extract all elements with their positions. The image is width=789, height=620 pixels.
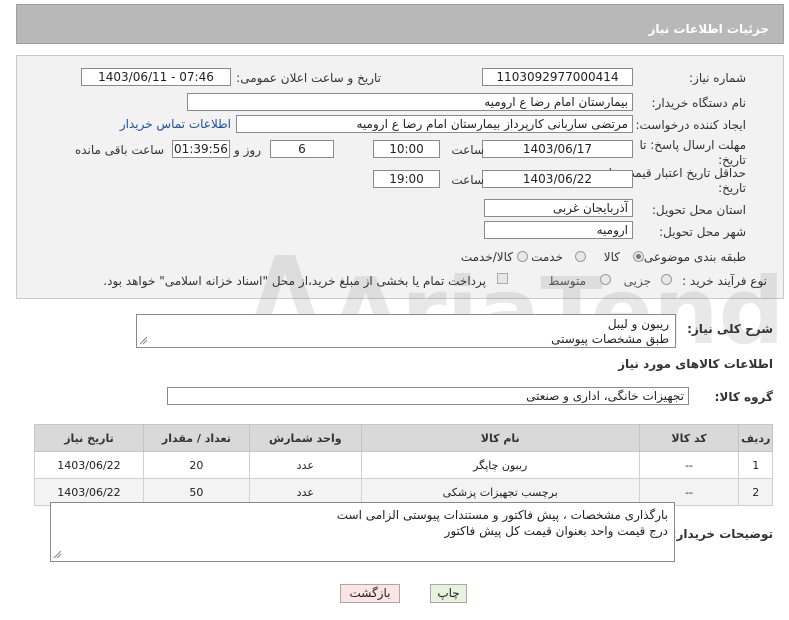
- announce-datetime-label: تاریخ و ساعت اعلان عمومی:: [236, 71, 381, 85]
- resize-grip-icon[interactable]: [139, 336, 148, 345]
- category-option-goods: کالا: [603, 250, 620, 264]
- cell-row-number: 2: [738, 478, 773, 506]
- category-radio-goods-service[interactable]: [517, 251, 528, 262]
- buyer-notes-label: توضیحات خریدار:: [671, 527, 773, 541]
- remaining-time-label: ساعت باقی مانده: [74, 143, 164, 157]
- reply-days-label: روز و: [234, 143, 261, 157]
- cell-unit: عدد: [248, 451, 362, 479]
- page-header: جزئیات اطلاعات نیاز: [16, 4, 784, 44]
- reply-deadline-date-field: 1403/06/17: [482, 140, 633, 158]
- table-row: 1 -- ریبون چاپگر عدد 20 1403/06/22: [34, 451, 773, 479]
- delivery-city-field: ارومیه: [484, 221, 633, 239]
- summary-label: شرح کلی نیاز:: [687, 322, 773, 336]
- table-header-row: ردیف کد کالا نام کالا واحد شمارش تعداد /…: [34, 424, 773, 452]
- goods-group-label: گروه کالا:: [714, 390, 773, 404]
- reply-deadline-time-label: ساعت: [451, 143, 484, 157]
- need-number-field: 1103092977000414: [482, 68, 633, 86]
- cell-item-name: ریبون چاپگر: [360, 451, 640, 479]
- announce-datetime-field: 1403/06/11 - 07:46: [81, 68, 231, 86]
- reply-deadline-time-field: 10:00: [373, 140, 440, 158]
- col-header-quantity: تعداد / مقدار: [142, 424, 250, 452]
- delivery-province-field: آذربایجان غربی: [484, 199, 633, 217]
- cell-item-code: --: [638, 451, 740, 479]
- price-validity-date-field: 1403/06/22: [482, 170, 633, 188]
- category-option-service: خدمت: [531, 250, 563, 264]
- goods-group-field: تجهیزات خانگی، اداری و صنعتی: [167, 387, 689, 405]
- buyer-org-field: بیمارستان امام رضا ع ارومیه: [187, 93, 633, 111]
- requester-field: مرتضی ساربانی کارپرداز بیمارستان امام رض…: [236, 115, 633, 133]
- category-label: طبقه بندی موضوعی:: [639, 250, 746, 264]
- col-header-item-code: کد کالا: [638, 424, 740, 452]
- buyer-notes-line: درج قیمت واحد بعنوان قیمت کل پیش فاکتور: [444, 524, 668, 538]
- col-header-need-date: تاریخ نیاز: [34, 424, 144, 452]
- reply-days-field: 6: [270, 140, 334, 158]
- cell-row-number: 1: [738, 451, 773, 479]
- print-button[interactable]: چاپ: [430, 584, 467, 603]
- treasury-payment-checkbox[interactable]: [497, 273, 508, 284]
- category-option-goods-service: کالا/خدمت: [460, 250, 513, 264]
- summary-line: ریبون و لیبل: [607, 317, 669, 331]
- need-number-label: شماره نیاز:: [689, 71, 746, 85]
- goods-table: ردیف کد کالا نام کالا واحد شمارش تعداد /…: [34, 424, 773, 506]
- category-radio-goods[interactable]: [633, 251, 644, 262]
- summary-line: طبق مشخصات پیوستی: [551, 332, 669, 346]
- treasury-payment-note: پرداخت تمام یا بخشی از مبلغ خرید،از محل …: [103, 274, 486, 288]
- col-header-row-number: ردیف: [738, 424, 773, 452]
- buyer-contact-link[interactable]: اطلاعات تماس خریدار: [120, 117, 231, 131]
- process-option-minor: جزیی: [623, 274, 651, 288]
- goods-section-title: اطلاعات کالاهای مورد نیاز: [618, 357, 773, 371]
- resize-grip-icon[interactable]: [53, 550, 62, 559]
- process-radio-medium[interactable]: [600, 274, 611, 285]
- purchase-process-label: نوع فرآیند خرید :: [682, 274, 767, 288]
- buyer-notes-line: بارگذاری مشخصات ، پیش فاکتور و مستندات پ…: [336, 508, 668, 522]
- cell-need-date: 1403/06/22: [34, 451, 144, 479]
- remaining-time-field: 01:39:56: [172, 140, 230, 158]
- process-option-medium: متوسط: [548, 274, 586, 288]
- summary-textarea: ریبون و لیبل طبق مشخصات پیوستی: [136, 314, 676, 348]
- price-validity-time-label: ساعت: [451, 173, 484, 187]
- back-button[interactable]: بازگشت: [340, 584, 400, 603]
- process-radio-minor[interactable]: [661, 274, 672, 285]
- reply-deadline-label-date: تاریخ:: [718, 153, 746, 167]
- requester-label: ایجاد کننده درخواست:: [635, 118, 746, 132]
- buyer-org-label: نام دستگاه خریدار:: [651, 96, 747, 110]
- price-validity-label-date: تاریخ:: [718, 181, 746, 195]
- delivery-city-label: شهر محل تحویل:: [659, 225, 746, 239]
- delivery-province-label: استان محل تحویل:: [651, 203, 746, 217]
- page-title: جزئیات اطلاعات نیاز: [648, 22, 769, 36]
- category-radio-service[interactable]: [575, 251, 586, 262]
- cell-quantity: 20: [142, 451, 250, 479]
- col-header-item-name: نام کالا: [360, 424, 640, 452]
- price-validity-time-field: 19:00: [373, 170, 440, 188]
- col-header-unit: واحد شمارش: [248, 424, 362, 452]
- buyer-notes-textarea: بارگذاری مشخصات ، پیش فاکتور و مستندات پ…: [50, 502, 675, 562]
- reply-deadline-label: مهلت ارسال پاسخ: تا: [639, 138, 746, 152]
